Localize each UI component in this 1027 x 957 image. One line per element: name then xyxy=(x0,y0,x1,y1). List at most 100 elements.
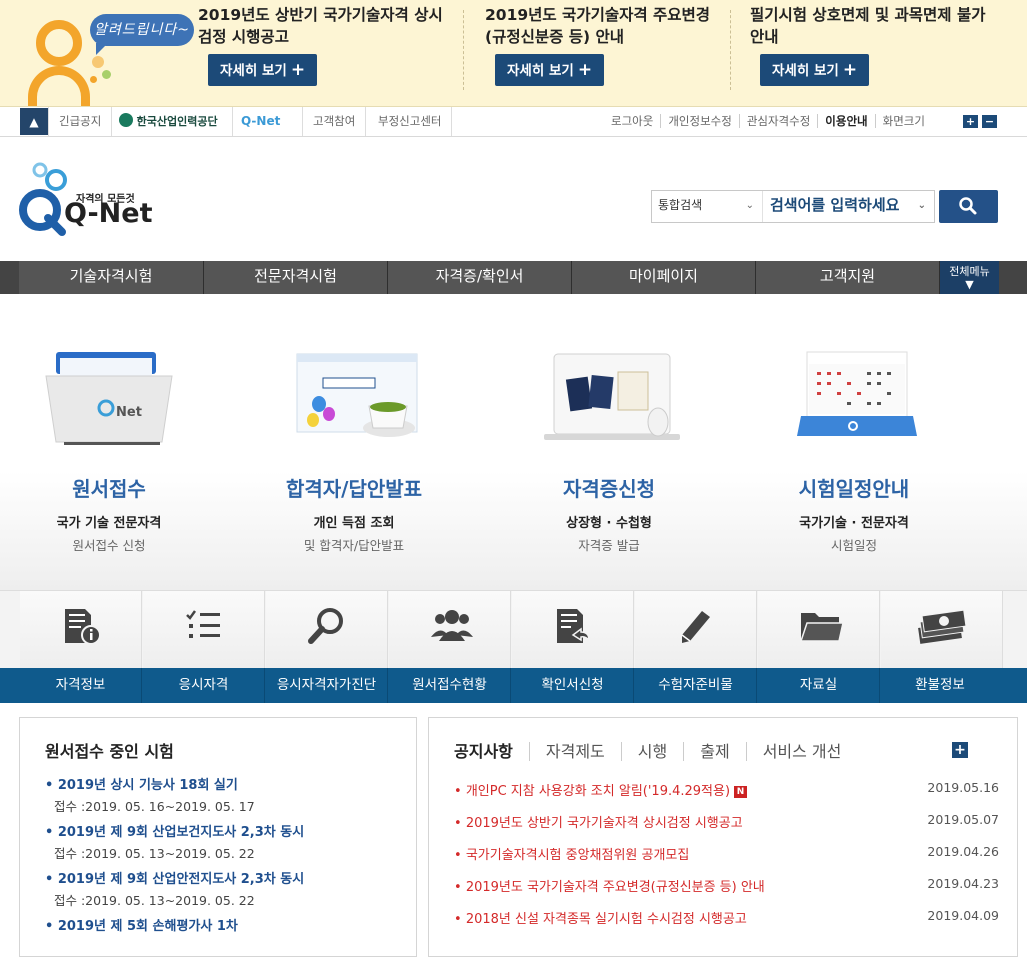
open-exams-panel: 원서접수 중인 시험 • 2019년 상시 기능사 18회 실기 접수 :201… xyxy=(19,717,417,957)
hrdkorea-link[interactable]: 한국산업인력공단 xyxy=(113,107,233,136)
notice-item-2: 2019년도 국가기술자격 주요변경(규정신분증 등) 안내 자세히 보기 + xyxy=(485,4,715,94)
notice-board-panel: 공지사항 자격제도 시행 출제 서비스 개선 + • 개인PC 지참 사용강화 조치 알… xyxy=(428,717,1018,957)
tab-service[interactable]: 서비스 개선 xyxy=(745,742,858,761)
browser-illustration-icon xyxy=(279,344,429,449)
edit-profile-link[interactable]: 개인정보수정 xyxy=(660,114,739,128)
menu-cell-eligibility[interactable] xyxy=(143,591,265,668)
menu-label-supplies[interactable]: 수험자준비물 xyxy=(635,668,757,703)
pencil-icon xyxy=(681,611,710,643)
nav-mypage[interactable]: 마이페이지 xyxy=(572,261,756,294)
notice-row[interactable]: • 2018년 신설 자격종목 실기시험 수시검정 시행공고 2019.04.0… xyxy=(454,908,999,928)
notice-bubble: 알려드립니다~ xyxy=(90,14,194,55)
exam-item[interactable]: • 2019년 제 9회 산업보건지도사 2,3차 동시 접수 :2019. 0… xyxy=(45,821,304,862)
checklist-icon xyxy=(186,610,220,638)
menu-cell-self-check[interactable] xyxy=(266,591,388,668)
quick-title: 자격증신청 xyxy=(563,477,655,501)
money-icon xyxy=(918,609,967,644)
quick-sub2: 자격증 발급 xyxy=(578,538,640,553)
nav-certificate[interactable]: 자격증/확인서 xyxy=(388,261,572,294)
chevron-down-icon: ⌄ xyxy=(917,200,926,211)
qnet-logo[interactable]: 자격의 모든것 Q-Net xyxy=(18,160,158,240)
document-reply-icon xyxy=(557,609,590,643)
document-info-icon xyxy=(65,609,101,645)
notice-row[interactable]: • 국가기술자격시험 중앙채점위원 공개모집 2019.04.26 xyxy=(454,844,999,864)
hrdkorea-logo-icon xyxy=(119,113,133,127)
notice-item-1: 2019년도 상반기 국가기술자격 상시검정 시행공고 자세히 보기 + xyxy=(198,4,448,94)
quick-title: 합격자/답안발표 xyxy=(285,477,423,501)
notice-detail-button-1[interactable]: 자세히 보기 + xyxy=(208,54,318,86)
notice-banner: 알려드립니다~ 2019년도 상반기 국가기술자격 상시검정 시행공고 자세히 … xyxy=(0,0,1027,107)
urgent-notice-link[interactable]: 긴급공지 xyxy=(48,107,113,136)
menu-cell-confirmation[interactable] xyxy=(512,591,634,668)
quick-sub2: 시험일정 xyxy=(830,538,877,553)
search-scope-select[interactable]: 통합검색 ⌄ xyxy=(652,191,763,222)
notice-item-3: 필기시험 상호면제 및 과목면제 불가 안내 자세히 보기 + xyxy=(750,4,990,94)
utility-bar: ▲ 긴급공지 한국산업인력공단 Q-Net 고객참여 부정신고센터 로그아웃 개인… xyxy=(0,107,1027,137)
menu-cell-qualification-info[interactable] xyxy=(20,591,142,668)
quick-results[interactable]: 합격자/답안발표 개인 득점 조회 및 합격자/답안발표 xyxy=(254,344,454,554)
zoom-in-button[interactable]: + xyxy=(963,115,978,128)
quick-sub1: 국가기술 · 전문자격 xyxy=(799,516,909,531)
quick-certificate[interactable]: 자격증신청 상장형 · 수첩형 자격증 발급 xyxy=(509,344,709,554)
nav-support[interactable]: 고객지원 xyxy=(756,261,940,294)
main-navigation: 기술자격시험 전문자격시험 자격증/확인서 마이페이지 고객지원 전체메뉴 ▼ xyxy=(0,261,1027,294)
all-menu-button[interactable]: 전체메뉴 ▼ xyxy=(940,261,999,294)
tab-system[interactable]: 자격제도 xyxy=(528,742,621,761)
icon-menu: 자격정보 응시자격 응시자격자가진단 원서접수현황 확인서신청 수험자준비물 자… xyxy=(0,590,1027,703)
notice-more-button[interactable]: + xyxy=(952,742,968,758)
chevron-down-icon: ▼ xyxy=(965,278,974,291)
quick-application[interactable]: Net 원서접수 국가 기술 전문자격 원서접수 신청 xyxy=(9,344,209,554)
nav-technical-exam[interactable]: 기술자격시험 xyxy=(19,261,204,294)
menu-cell-application-status[interactable] xyxy=(389,591,511,668)
search-button[interactable] xyxy=(939,190,998,223)
quick-title: 원서접수 xyxy=(72,477,146,501)
edit-interests-link[interactable]: 관심자격수정 xyxy=(738,114,818,128)
quick-menu: Net 원서접수 국가 기술 전문자격 원서접수 신청 합격자/답안발표 개인 … xyxy=(0,294,1027,590)
notice-detail-button-2[interactable]: 자세히 보기 + xyxy=(495,54,605,86)
logo-text: Q-Net xyxy=(64,198,153,229)
menu-cell-refund[interactable] xyxy=(881,591,1003,668)
exam-item[interactable]: • 2019년 상시 기능사 18회 실기 접수 :2019. 05. 16~2… xyxy=(45,774,255,815)
nav-professional-exam[interactable]: 전문자격시험 xyxy=(204,261,388,294)
quick-sub1: 상장형 · 수첩형 xyxy=(566,516,652,531)
menu-label-refund[interactable]: 환불정보 xyxy=(881,668,999,703)
open-exams-title: 원서접수 중인 시험 xyxy=(45,742,174,761)
menu-label-archive[interactable]: 자료실 xyxy=(758,668,880,703)
notice-text-2: 2019년도 국가기술자격 주요변경(규정신분증 등) 안내 xyxy=(485,6,711,46)
qnet-small-link[interactable]: Q-Net xyxy=(233,107,303,136)
guide-link[interactable]: 이용안내 xyxy=(817,114,875,128)
menu-cell-archive[interactable] xyxy=(758,591,880,668)
collapse-banner-button[interactable]: ▲ xyxy=(20,108,48,135)
notice-text-1: 2019년도 상반기 국가기술자격 상시검정 시행공고 xyxy=(198,6,443,46)
calendar-illustration-icon xyxy=(779,344,929,449)
menu-label-qualification-info[interactable]: 자격정보 xyxy=(20,668,142,703)
notice-row[interactable]: • 2019년도 국가기술자격 주요변경(규정신분증 등) 안내 2019.04… xyxy=(454,876,999,896)
quick-sub1: 국가 기술 전문자격 xyxy=(56,516,162,531)
customer-participation-link[interactable]: 고객참여 xyxy=(303,107,367,136)
folder-icon xyxy=(799,613,843,642)
tab-notice[interactable]: 공지사항 xyxy=(454,742,529,761)
quick-schedule[interactable]: 시험일정안내 국가기술 · 전문자격 시험일정 xyxy=(754,344,954,554)
quick-title: 시험일정안내 xyxy=(798,477,910,501)
notice-detail-button-3[interactable]: 자세히 보기 + xyxy=(760,54,870,86)
exam-item[interactable]: • 2019년 제 5회 손해평가사 1차 xyxy=(45,915,238,934)
folder-illustration-icon: Net xyxy=(34,344,184,449)
menu-label-eligibility[interactable]: 응시자격 xyxy=(143,668,265,703)
notice-tabs: 공지사항 자격제도 시행 출제 서비스 개선 xyxy=(454,738,858,762)
notice-row[interactable]: • 2019년도 상반기 국가기술자격 상시검정 시행공고 2019.05.07 xyxy=(454,812,999,832)
menu-cell-supplies[interactable] xyxy=(635,591,757,668)
menu-label-application-status[interactable]: 원서접수현황 xyxy=(389,668,511,703)
screen-size-label: 화면크기 xyxy=(874,114,932,128)
tab-implementation[interactable]: 시행 xyxy=(620,742,684,761)
exam-item[interactable]: • 2019년 제 9회 산업안전지도사 2,3차 동시 접수 :2019. 0… xyxy=(45,868,304,909)
zoom-out-button[interactable]: − xyxy=(982,115,997,128)
logout-link[interactable]: 로그아웃 xyxy=(604,114,660,128)
fraud-report-link[interactable]: 부정신고센터 xyxy=(368,107,453,136)
search-input[interactable]: 검색어를 입력하세요 ⌄ xyxy=(764,191,934,222)
menu-label-confirmation[interactable]: 확인서신청 xyxy=(512,668,634,703)
laptop-illustration-icon xyxy=(534,344,684,449)
tab-question[interactable]: 출제 xyxy=(683,742,746,761)
quick-sub2: 원서접수 신청 xyxy=(72,538,146,553)
notice-row[interactable]: • 개인PC 지참 사용강화 조치 알림('19.4.29적용) N 2019.0… xyxy=(454,780,999,800)
menu-label-self-check[interactable]: 응시자격자가진단 xyxy=(266,668,388,703)
